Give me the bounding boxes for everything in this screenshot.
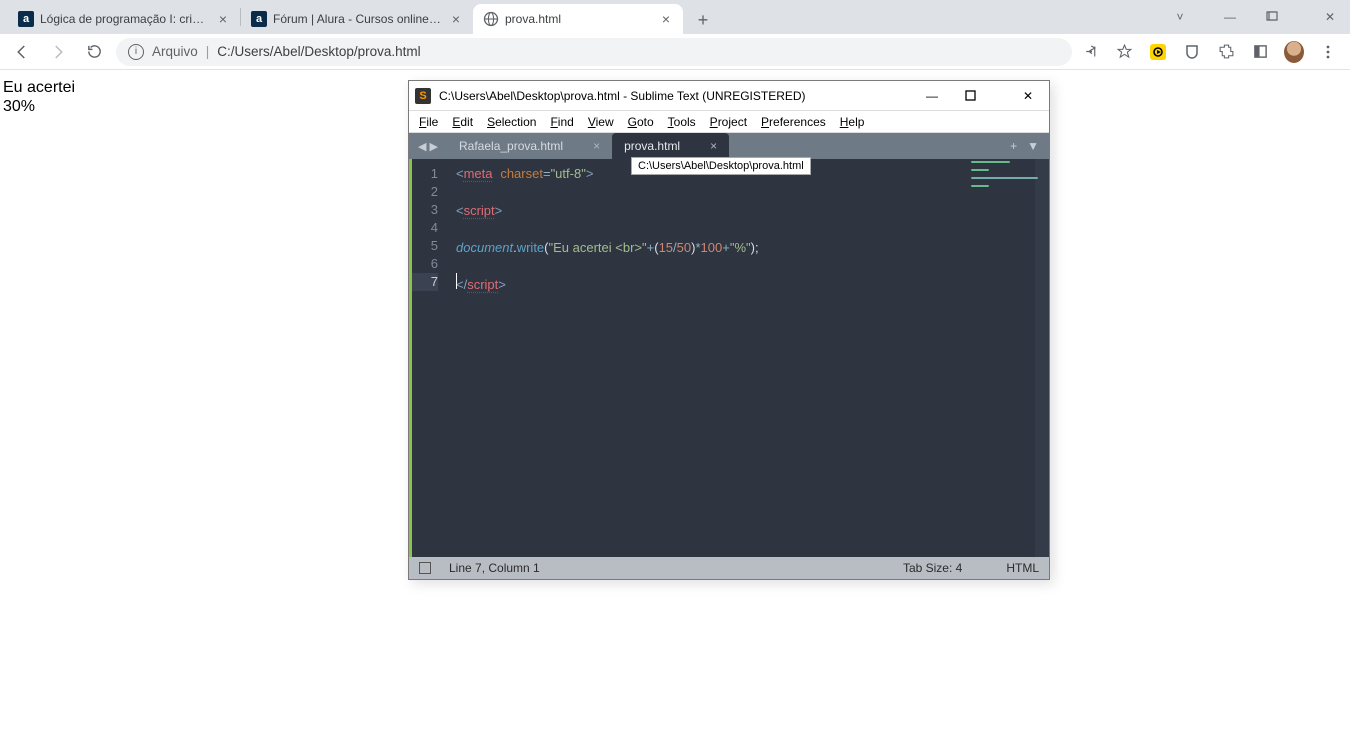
browser-toolbar: i Arquivo | C:/Users/Abel/Desktop/prova.… bbox=[0, 34, 1350, 70]
sublime-tab-0[interactable]: Rafaela_prova.html × bbox=[447, 133, 612, 159]
close-icon[interactable]: × bbox=[593, 139, 600, 153]
new-tab-button[interactable]: + bbox=[689, 6, 717, 34]
menu-tools[interactable]: Tools bbox=[668, 115, 696, 129]
sublime-tabs: ◀ ▶ Rafaela_prova.html × prova.html × + … bbox=[409, 133, 1049, 159]
menu-view[interactable]: View bbox=[588, 115, 614, 129]
reload-button[interactable] bbox=[80, 38, 108, 66]
status-tabsize[interactable]: Tab Size: 4 bbox=[903, 561, 962, 575]
page-body: Eu acertei 30% bbox=[3, 78, 75, 116]
browser-tabstrip: a Lógica de programação I: crie pr × a F… bbox=[0, 0, 1350, 34]
menu-file[interactable]: File bbox=[419, 115, 438, 129]
line-num: 5 bbox=[412, 237, 438, 255]
menu-edit[interactable]: Edit bbox=[452, 115, 473, 129]
line-num: 6 bbox=[412, 255, 438, 273]
back-button[interactable] bbox=[8, 38, 36, 66]
close-icon[interactable]: × bbox=[449, 12, 463, 26]
extension-yellow-icon[interactable] bbox=[1148, 42, 1168, 62]
line-num: 7 bbox=[412, 273, 438, 291]
close-icon[interactable]: × bbox=[216, 12, 230, 26]
line-num: 4 bbox=[412, 219, 438, 237]
tabs-dropdown-icon[interactable]: ▼ bbox=[1027, 139, 1039, 153]
line-num: 2 bbox=[412, 183, 438, 201]
close-icon[interactable]: × bbox=[710, 139, 717, 153]
close-icon[interactable]: × bbox=[659, 12, 673, 26]
scrollbar[interactable] bbox=[1035, 159, 1049, 557]
reading-list-icon[interactable] bbox=[1250, 42, 1270, 62]
info-icon[interactable]: i bbox=[128, 44, 144, 60]
close-icon[interactable]: ✕ bbox=[1013, 89, 1043, 103]
tab-history-nav[interactable]: ◀ ▶ bbox=[409, 133, 447, 159]
menu-find[interactable]: Find bbox=[550, 115, 573, 129]
menu-project[interactable]: Project bbox=[710, 115, 747, 129]
text-cursor bbox=[456, 273, 457, 289]
menu-goto[interactable]: Goto bbox=[628, 115, 654, 129]
browser-tab-1[interactable]: a Fórum | Alura - Cursos online de × bbox=[241, 4, 473, 34]
extensions-icon[interactable] bbox=[1216, 42, 1236, 62]
line-num: 1 bbox=[412, 165, 438, 183]
code-area[interactable]: <meta charset="utf-8"> <script> document… bbox=[446, 159, 965, 557]
new-tab-icon[interactable]: + bbox=[1010, 139, 1017, 153]
toolbar-icons bbox=[1080, 42, 1342, 62]
window-controls: ˅ ― ✕ bbox=[1166, 0, 1344, 34]
sublime-menubar: File Edit Selection Find View Goto Tools… bbox=[409, 111, 1049, 133]
maximize-icon[interactable] bbox=[1266, 11, 1294, 23]
sublime-window: S C:\Users\Abel\Desktop\prova.html - Sub… bbox=[408, 80, 1050, 580]
status-syntax[interactable]: HTML bbox=[1006, 561, 1039, 575]
address-bar[interactable]: i Arquivo | C:/Users/Abel/Desktop/prova.… bbox=[116, 38, 1072, 66]
page-text-line-1: Eu acertei bbox=[3, 78, 75, 97]
globe-icon bbox=[483, 11, 499, 27]
separator: | bbox=[206, 44, 210, 59]
sublime-tab-1[interactable]: prova.html × bbox=[612, 133, 729, 159]
tab-title: prova.html bbox=[505, 12, 653, 26]
star-icon[interactable] bbox=[1114, 42, 1134, 62]
status-cursor-pos[interactable]: Line 7, Column 1 bbox=[449, 561, 540, 575]
browser-tab-2[interactable]: prova.html × bbox=[473, 4, 683, 34]
tab-title: Lógica de programação I: crie pr bbox=[40, 12, 210, 26]
sublime-window-controls: ― ✕ bbox=[917, 89, 1043, 103]
browser-tab-0[interactable]: a Lógica de programação I: crie pr × bbox=[8, 4, 240, 34]
maximize-icon[interactable] bbox=[965, 90, 995, 101]
alura-favicon: a bbox=[18, 11, 34, 27]
minimize-icon[interactable]: ― bbox=[917, 89, 947, 103]
minimap[interactable] bbox=[965, 159, 1035, 557]
chevron-down-icon[interactable]: ˅ bbox=[1166, 10, 1194, 24]
sublime-title: C:\Users\Abel\Desktop\prova.html - Subli… bbox=[439, 89, 909, 103]
ublock-icon[interactable] bbox=[1182, 42, 1202, 62]
sublime-tab-title: Rafaela_prova.html bbox=[459, 139, 563, 153]
panel-switcher-icon[interactable] bbox=[419, 562, 431, 574]
sublime-tab-title: prova.html bbox=[624, 139, 680, 153]
line-number-gutter[interactable]: 1 2 3 4 5 6 7 bbox=[412, 159, 446, 557]
sublime-logo-icon: S bbox=[415, 88, 431, 104]
menu-help[interactable]: Help bbox=[840, 115, 865, 129]
alura-favicon: a bbox=[251, 11, 267, 27]
tab-tooltip: C:\Users\Abel\Desktop\prova.html bbox=[631, 157, 811, 175]
forward-button[interactable] bbox=[44, 38, 72, 66]
sublime-statusbar: Line 7, Column 1 Tab Size: 4 HTML bbox=[409, 557, 1049, 579]
page-text-line-2: 30% bbox=[3, 97, 75, 116]
menu-preferences[interactable]: Preferences bbox=[761, 115, 826, 129]
tab-title: Fórum | Alura - Cursos online de bbox=[273, 12, 443, 26]
kebab-menu-icon[interactable] bbox=[1318, 42, 1338, 62]
profile-avatar[interactable] bbox=[1284, 42, 1304, 62]
minimize-icon[interactable]: ― bbox=[1216, 10, 1244, 24]
address-scheme: Arquivo bbox=[152, 44, 198, 59]
address-path: C:/Users/Abel/Desktop/prova.html bbox=[217, 44, 420, 59]
share-icon[interactable] bbox=[1080, 42, 1100, 62]
close-icon[interactable]: ✕ bbox=[1316, 10, 1344, 24]
sublime-titlebar[interactable]: S C:\Users\Abel\Desktop\prova.html - Sub… bbox=[409, 81, 1049, 111]
menu-selection[interactable]: Selection bbox=[487, 115, 536, 129]
line-num: 3 bbox=[412, 201, 438, 219]
sublime-editor: 1 2 3 4 5 6 7 <meta charset="utf-8"> <sc… bbox=[409, 159, 1049, 557]
